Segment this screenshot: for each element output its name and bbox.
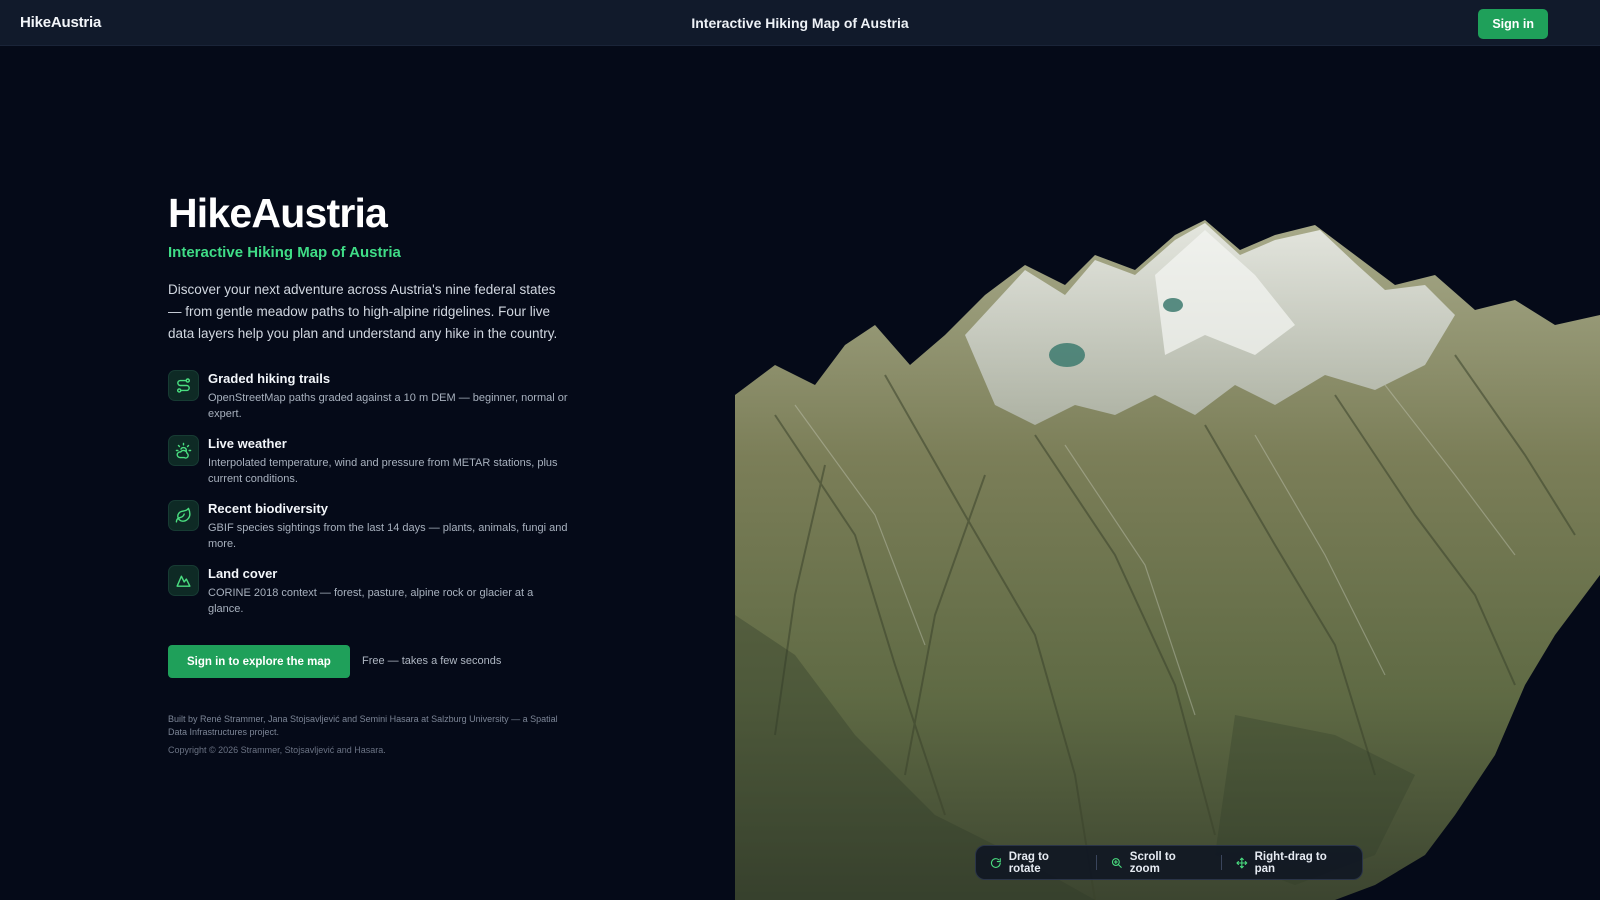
feature-list: Graded hiking trails OpenStreetMap paths… xyxy=(168,370,568,630)
zoom-hint-label: Scroll to zoom xyxy=(1129,850,1176,875)
top-navbar: HikeAustria Interactive Hiking Map of Au… xyxy=(0,0,1600,46)
feature-item-biodiversity: Recent biodiversity GBIF species sightin… xyxy=(168,500,568,565)
cta-note: Free — takes a few seconds xyxy=(362,655,502,667)
sign-in-button[interactable]: Sign in xyxy=(1478,9,1548,39)
divider xyxy=(1220,855,1222,870)
hero-subtitle: Interactive Hiking Map of Austria xyxy=(168,244,401,261)
terrain-3d-view[interactable] xyxy=(735,215,1600,900)
hero-description: Discover your next adventure across Aust… xyxy=(168,282,558,341)
footer-copyright: Copyright © 2026 Strammer, Stojsavljević… xyxy=(168,745,386,755)
page-header-title: Interactive Hiking Map of Austria xyxy=(691,15,909,31)
feature-title: Recent biodiversity xyxy=(208,501,328,516)
feature-item-weather: Live weather Interpolated temperature, w… xyxy=(168,435,568,500)
feature-title: Live weather xyxy=(208,436,287,451)
rotate-hint-label: Drag to rotate xyxy=(1008,850,1049,875)
rotate-hint: Drag to rotate xyxy=(990,851,1082,875)
hero-title: HikeAustria xyxy=(168,190,388,236)
route-icon xyxy=(168,370,199,401)
rotate-icon xyxy=(990,857,1001,868)
footer-credits: Built by René Strammer, Jana Stojsavljev… xyxy=(168,714,558,737)
pan-hint: Right-drag to pan xyxy=(1236,851,1348,875)
feature-description: GBIF species sightings from the last 14 … xyxy=(208,522,568,550)
explore-map-button[interactable]: Sign in to explore the map xyxy=(168,645,350,678)
divider xyxy=(1096,855,1098,870)
mountain-icon xyxy=(168,565,199,596)
weather-icon xyxy=(168,435,199,466)
leaf-icon xyxy=(168,500,199,531)
feature-description: Interpolated temperature, wind and press… xyxy=(208,457,558,485)
feature-description: OpenStreetMap paths graded against a 10 … xyxy=(208,392,568,420)
feature-item-landcover: Land cover CORINE 2018 context — forest,… xyxy=(168,565,568,630)
map-controls-hint: Drag to rotate Scroll to zoom Right-drag… xyxy=(975,845,1363,880)
feature-description: CORINE 2018 context — forest, pasture, a… xyxy=(208,587,534,615)
feature-title: Land cover xyxy=(208,566,278,581)
feature-item-trails: Graded hiking trails OpenStreetMap paths… xyxy=(168,370,568,435)
zoom-hint: Scroll to zoom xyxy=(1111,851,1207,875)
terrain-render[interactable] xyxy=(735,215,1600,900)
zoom-icon xyxy=(1112,857,1122,868)
feature-title: Graded hiking trails xyxy=(208,371,331,386)
pan-hint-label: Right-drag to pan xyxy=(1254,850,1327,875)
hero-section: HikeAustria Interactive Hiking Map of Au… xyxy=(168,190,568,345)
pan-icon xyxy=(1236,856,1248,869)
